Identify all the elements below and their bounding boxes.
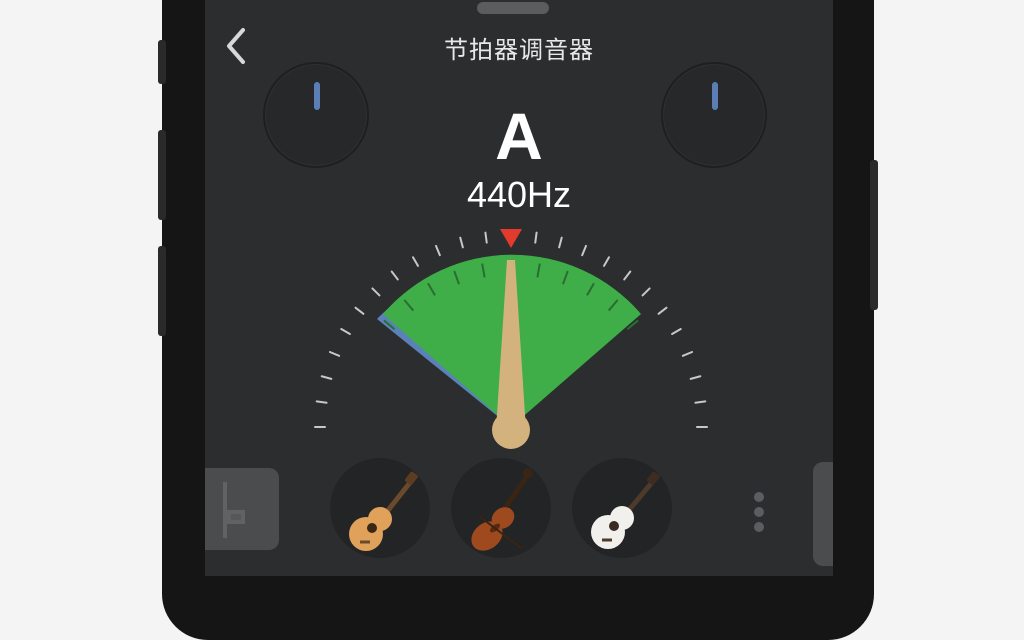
gauge-tick bbox=[371, 287, 381, 297]
gauge-tick bbox=[623, 270, 632, 281]
gauge-tick bbox=[320, 375, 333, 380]
gauge-tick bbox=[657, 306, 668, 315]
gauge-tick bbox=[641, 287, 651, 297]
side-button bbox=[870, 160, 878, 310]
dot bbox=[754, 522, 764, 532]
dot bbox=[754, 507, 764, 517]
side-button bbox=[158, 130, 166, 220]
gauge-tick bbox=[671, 328, 682, 335]
instrument-acoustic-guitar[interactable] bbox=[330, 458, 430, 558]
gauge-tick bbox=[459, 236, 464, 249]
more-vertical-icon[interactable] bbox=[749, 490, 769, 534]
gauge-tick bbox=[694, 400, 707, 404]
gauge-tick bbox=[581, 244, 588, 257]
target-marker bbox=[500, 229, 522, 248]
violin-icon bbox=[471, 468, 533, 551]
app-screen: 节拍器调音器 A 440Hz bbox=[205, 0, 833, 576]
needle-pivot bbox=[492, 411, 530, 449]
side-button bbox=[158, 246, 166, 336]
gauge-tick bbox=[558, 236, 563, 249]
instrument-violin[interactable] bbox=[451, 458, 551, 558]
gauge-tick bbox=[390, 270, 399, 281]
right-panel-tab[interactable] bbox=[813, 462, 833, 566]
gauge-tick bbox=[681, 350, 694, 357]
left-panel-tab[interactable] bbox=[205, 468, 279, 550]
instrument-classical-guitar[interactable] bbox=[572, 458, 672, 558]
dot bbox=[754, 492, 764, 502]
gauge-tick bbox=[603, 256, 610, 267]
gauge-tick bbox=[689, 375, 702, 380]
gauge-tick bbox=[484, 231, 488, 244]
gauge-tick bbox=[534, 231, 538, 244]
gauge-tick bbox=[434, 244, 441, 257]
gauge-tick bbox=[340, 328, 351, 335]
gauge-tick bbox=[412, 256, 419, 267]
side-button bbox=[158, 40, 166, 84]
gauge-tick bbox=[354, 306, 365, 315]
gauge-tick bbox=[328, 350, 341, 357]
tuner-gauge bbox=[314, 229, 708, 449]
acoustic-guitar-icon bbox=[349, 471, 418, 551]
speaker-icon bbox=[223, 482, 245, 538]
gauge-tick bbox=[315, 400, 328, 404]
classical-guitar-icon bbox=[591, 471, 660, 549]
